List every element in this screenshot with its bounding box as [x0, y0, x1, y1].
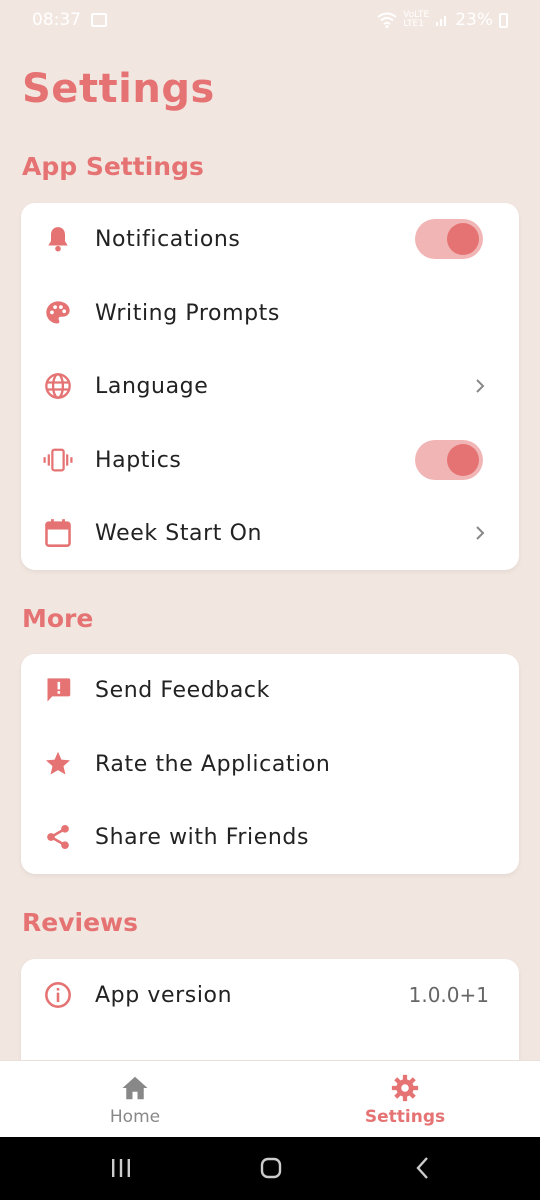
- calendar-icon: [43, 518, 73, 548]
- home-icon: [122, 1076, 148, 1100]
- status-time: 08:37: [32, 10, 81, 30]
- star-icon: [43, 749, 73, 779]
- more-label-send-feedback: Send Feedback: [95, 677, 270, 703]
- section-title-more: More: [22, 604, 94, 633]
- status-right: VoLTE LTE1 23%: [377, 10, 508, 30]
- reviews-label-app-version: App version: [95, 982, 233, 1008]
- setting-label-writing-prompts: Writing Prompts: [95, 300, 280, 326]
- palette-icon: [43, 298, 73, 328]
- network-type-label: VoLTE LTE1: [403, 11, 429, 29]
- setting-row-week-start[interactable]: Week Start On: [21, 503, 519, 563]
- toggle-knob: [447, 223, 479, 255]
- haptics-toggle[interactable]: [415, 440, 483, 480]
- setting-label-haptics: Haptics: [95, 447, 182, 473]
- app-settings-card: Notifications Writing Prompts Language H…: [21, 203, 519, 570]
- image-notification-icon: [91, 13, 107, 27]
- network-bottom: LTE1: [403, 19, 424, 29]
- app-version-value: 1.0.0+1: [408, 983, 489, 1007]
- setting-row-language[interactable]: Language: [21, 356, 519, 416]
- nav-item-settings[interactable]: Settings: [270, 1061, 540, 1138]
- setting-row-haptics[interactable]: Haptics: [21, 430, 519, 490]
- status-bar: 08:37 VoLTE LTE1 23%: [0, 0, 540, 40]
- more-card: Send Feedback Rate the Application Share…: [21, 654, 519, 874]
- nav-item-home[interactable]: Home: [0, 1061, 270, 1138]
- page-title: Settings: [22, 66, 215, 112]
- home-button-icon[interactable]: [256, 1153, 286, 1183]
- setting-label-language: Language: [95, 373, 209, 399]
- globe-icon: [43, 371, 73, 401]
- vibration-icon: [43, 445, 73, 475]
- status-left: 08:37: [32, 10, 107, 30]
- wifi-icon: [377, 12, 397, 28]
- notifications-toggle[interactable]: [415, 219, 483, 259]
- info-icon: [43, 980, 73, 1010]
- more-row-rate-app[interactable]: Rate the Application: [21, 734, 519, 794]
- system-navigation-bar: [0, 1137, 540, 1200]
- signal-icon: [436, 16, 447, 26]
- setting-row-notifications[interactable]: Notifications: [21, 209, 519, 269]
- toggle-knob: [447, 444, 479, 476]
- more-label-share: Share with Friends: [95, 824, 310, 850]
- share-icon: [43, 822, 73, 852]
- gear-icon: [391, 1074, 419, 1102]
- chevron-right-icon: [476, 379, 485, 393]
- more-label-rate-app: Rate the Application: [95, 751, 331, 777]
- nav-label-settings: Settings: [364, 1107, 446, 1127]
- battery-icon: [499, 12, 508, 28]
- setting-label-notifications: Notifications: [95, 226, 241, 252]
- battery-percent: 23%: [455, 10, 493, 30]
- reviews-row-app-version: App version 1.0.0+1: [21, 965, 519, 1025]
- section-title-app-settings: App Settings: [22, 152, 204, 181]
- setting-row-writing-prompts[interactable]: Writing Prompts: [21, 283, 519, 343]
- more-row-share[interactable]: Share with Friends: [21, 807, 519, 867]
- back-icon[interactable]: [408, 1153, 438, 1183]
- bottom-navigation: Home Settings: [0, 1060, 540, 1137]
- nav-label-home: Home: [109, 1107, 161, 1127]
- bell-icon: [43, 224, 73, 254]
- recent-apps-icon[interactable]: [106, 1153, 136, 1183]
- section-title-reviews: Reviews: [22, 908, 139, 937]
- setting-label-week-start: Week Start On: [95, 520, 263, 546]
- settings-screen: 08:37 VoLTE LTE1 23% Settings App Settin…: [0, 0, 540, 1200]
- more-row-send-feedback[interactable]: Send Feedback: [21, 660, 519, 720]
- feedback-icon: [43, 675, 73, 705]
- chevron-right-icon: [476, 526, 485, 540]
